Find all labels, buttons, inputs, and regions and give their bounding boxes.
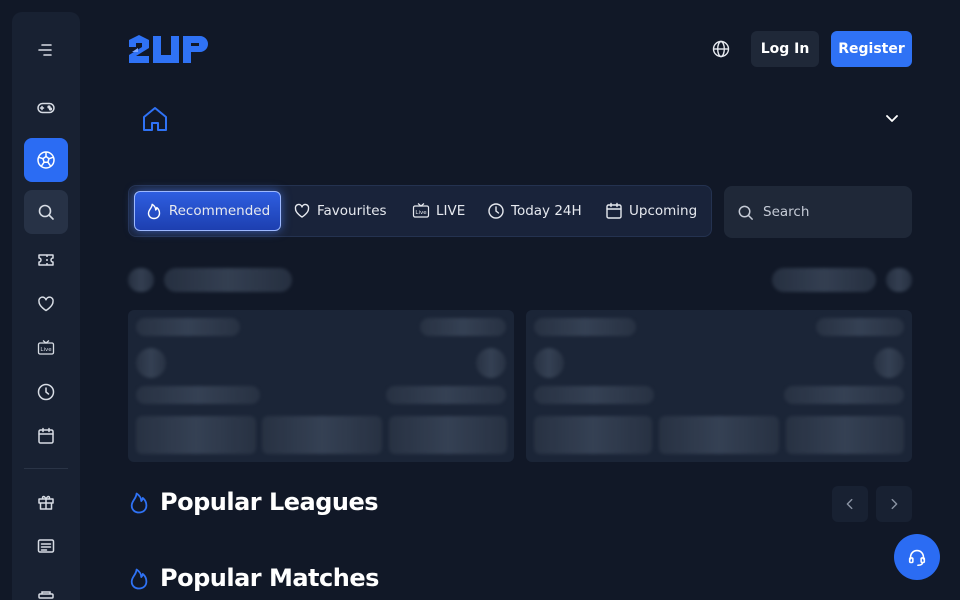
chevron-right-icon xyxy=(891,498,898,510)
menu-icon xyxy=(38,44,52,56)
news-icon xyxy=(37,539,55,553)
calendar-icon xyxy=(606,202,622,219)
home-button[interactable] xyxy=(140,104,170,134)
globe-icon xyxy=(712,40,730,58)
search-icon xyxy=(738,205,753,220)
home-icon xyxy=(143,107,167,131)
search-icon xyxy=(38,204,54,220)
popular-leagues-heading: Popular Leagues xyxy=(128,488,379,516)
heart-icon xyxy=(294,203,310,218)
calendar-icon xyxy=(38,427,54,444)
sidebar-item-favourites[interactable] xyxy=(24,282,68,326)
leagues-prev-button[interactable] xyxy=(832,486,868,522)
ticket-icon xyxy=(38,254,54,266)
clock-icon xyxy=(37,383,55,401)
login-button[interactable]: Log In xyxy=(751,31,819,67)
live-icon: Live xyxy=(37,340,55,355)
leagues-next-button[interactable] xyxy=(876,486,912,522)
sidebar-item-casino[interactable] xyxy=(24,86,68,130)
chevron-left-icon xyxy=(846,498,853,510)
football-icon xyxy=(37,151,55,169)
flame-icon xyxy=(147,203,161,220)
tab-live[interactable]: Live LIVE xyxy=(412,191,465,231)
sidebar-item-today[interactable] xyxy=(24,370,68,414)
tab-upcoming[interactable]: Upcoming xyxy=(605,191,697,231)
headset-icon xyxy=(908,549,926,567)
sidebar-item-sports[interactable] xyxy=(24,138,68,182)
sidebar-item-live[interactable]: Live xyxy=(24,326,68,370)
clock-icon xyxy=(488,203,504,219)
chevron-down-icon xyxy=(886,115,898,122)
language-selector[interactable] xyxy=(710,38,732,60)
svg-text:Live: Live xyxy=(40,347,52,353)
sport-dropdown-toggle[interactable] xyxy=(882,108,902,128)
flame-icon xyxy=(130,492,148,514)
tab-label: Favourites xyxy=(317,203,387,219)
search-input[interactable] xyxy=(763,204,893,220)
sidebar: Live xyxy=(12,12,80,600)
flame-icon xyxy=(130,568,148,590)
gift-icon xyxy=(38,495,54,510)
sidebar-item-search[interactable] xyxy=(24,190,68,234)
tab-recommended[interactable]: Recommended xyxy=(134,191,281,231)
logo-mark xyxy=(129,35,208,63)
popular-matches-heading: Popular Matches xyxy=(128,564,379,592)
menu-toggle-button[interactable] xyxy=(24,28,68,72)
tab-today-24h[interactable]: Today 24H xyxy=(487,191,582,231)
more-icon xyxy=(38,591,54,599)
tab-label: Today 24H xyxy=(511,203,582,219)
sidebar-item-more[interactable] xyxy=(24,568,68,600)
tab-label: LIVE xyxy=(436,203,466,219)
tab-favourites[interactable]: Favourites xyxy=(293,191,387,231)
sidebar-item-promotions[interactable] xyxy=(24,480,68,524)
search-field[interactable] xyxy=(724,186,912,238)
register-button[interactable]: Register xyxy=(831,31,912,67)
sidebar-item-news[interactable] xyxy=(24,524,68,568)
live-tv-icon: Live xyxy=(412,203,430,218)
filter-tabs: Recommended Favourites Live LIVE Today 2… xyxy=(128,185,712,237)
tab-label: Upcoming xyxy=(629,203,698,219)
sidebar-item-upcoming[interactable] xyxy=(24,414,68,458)
brand-logo[interactable] xyxy=(128,34,208,64)
heart-icon xyxy=(38,296,54,312)
tab-label: Recommended xyxy=(168,203,271,219)
sidebar-divider xyxy=(24,468,68,469)
gamepad-icon xyxy=(37,102,55,114)
svg-text:Live: Live xyxy=(415,210,427,216)
sidebar-item-bets[interactable] xyxy=(24,238,68,282)
support-chat-button[interactable] xyxy=(894,534,940,580)
